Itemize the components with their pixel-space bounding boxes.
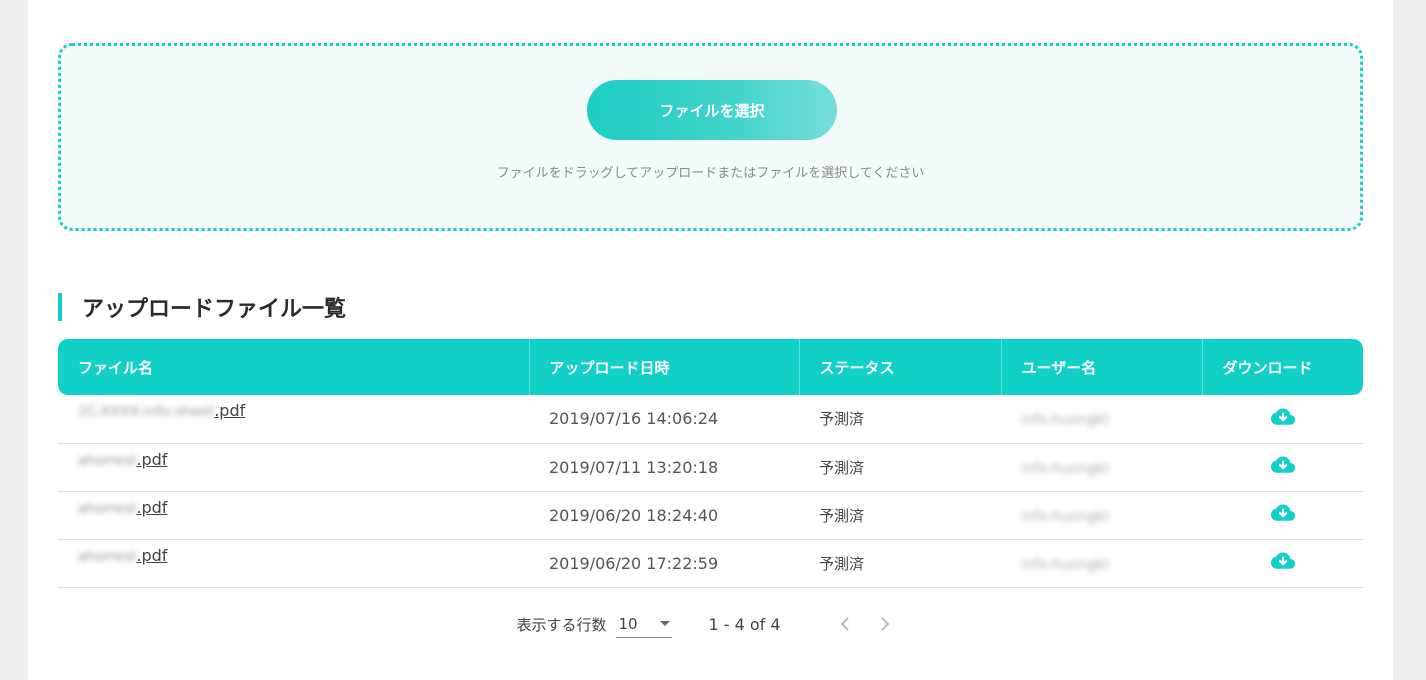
file-extension[interactable]: .pdf [136,546,167,565]
cell-status: 予測済 [799,491,1001,540]
cell-username: info.huongkt [1001,395,1202,444]
file-dropzone[interactable]: ファイルを選択 ファイルをドラッグしてアップロードまたはファイルを選択してくださ… [58,43,1363,231]
cloud-download-icon[interactable] [1270,407,1296,427]
rows-per-page-label: 表示する行数 [516,615,607,634]
cell-filename[interactable]: ahorrest.pdf [58,539,529,588]
username: info.huongkt [1021,412,1110,429]
cell-download [1202,395,1363,444]
select-file-button[interactable]: ファイルを選択 [587,80,837,140]
pagination: 表示する行数 10 1 - 4 of 4 [28,608,1393,640]
username: info.huongkt [1021,508,1110,525]
file-name-prefix: ahorrest [78,452,137,469]
cloud-download-icon[interactable] [1270,551,1296,571]
column-header-download: ダウンロード [1222,358,1313,377]
cell-status: 予測済 [799,395,1001,444]
cell-uploaded-at: 2019/06/20 18:24:40 [529,491,799,540]
column-header-username[interactable]: ユーザー名 [1001,339,1203,395]
table-row: ahorrest.pdf 2019/06/20 17:22:59 予測済 info.h… [58,539,1363,588]
file-link[interactable]: ahorrest.pdf [78,546,167,565]
cell-uploaded-at: 2019/07/16 14:06:24 [529,395,799,444]
section-header: アップロードファイル一覧 [58,292,346,322]
chevron-right-icon[interactable] [875,614,895,634]
username: info.huongkt [1021,460,1110,477]
file-extension[interactable]: .pdf [136,498,167,517]
table-row: 2C-XXXX-info-sheet.pdf 2019/07/16 14:06:2… [58,395,1363,444]
table-row: ahorrest.pdf 2019/07/11 13:20:18 予測済 info.h… [58,443,1363,492]
cell-download [1202,443,1363,492]
cell-status: 予測済 [799,539,1001,588]
title-accent-bar [58,293,62,321]
rows-per-page-value: 10 [618,614,638,633]
file-extension[interactable]: .pdf [136,450,167,469]
column-header-status[interactable]: ステータス [799,339,1002,395]
file-link[interactable]: ahorrest.pdf [78,450,167,469]
cell-filename[interactable]: 2C-XXXX-info-sheet.pdf [58,395,529,444]
rows-per-page-select[interactable]: 10 [616,610,673,638]
file-link[interactable]: 2C-XXXX-info-sheet.pdf [78,401,245,420]
cell-filename[interactable]: ahorrest.pdf [58,491,529,540]
file-name-prefix: 2C-XXXX-info-sheet [78,404,215,421]
file-extension[interactable]: .pdf [214,401,245,420]
cell-download [1202,491,1363,540]
section-title: アップロードファイル一覧 [82,297,347,322]
cell-uploaded-at: 2019/07/11 13:20:18 [529,443,799,492]
caret-down-icon [660,621,671,626]
cell-filename[interactable]: ahorrest.pdf [58,443,529,492]
cloud-download-icon[interactable] [1270,503,1296,523]
file-name-prefix: ahorrest [78,548,137,565]
table-row: ahorrest.pdf 2019/06/20 18:24:40 予測済 info.h… [58,491,1363,540]
cell-username: info.huongkt [1001,443,1202,492]
main-card: ファイルを選択 ファイルをドラッグしてアップロードまたはファイルを選択してくださ… [28,0,1393,680]
cell-download [1202,539,1363,588]
file-link[interactable]: ahorrest.pdf [78,498,167,517]
uploaded-files-table: ファイル名 アップロード日時 ステータス ユーザー名 ダウンロード 2C-XXX… [58,339,1363,588]
cloud-download-icon[interactable] [1270,455,1296,475]
dropzone-hint: ファイルをドラッグしてアップロードまたはファイルを選択してください [496,166,925,181]
column-header-filename[interactable]: ファイル名 [58,339,530,395]
chevron-left-icon[interactable] [835,614,855,634]
table-header-row: ファイル名 アップロード日時 ステータス ユーザー名 ダウンロード [58,339,1363,395]
column-header-uploaded-at[interactable]: アップロード日時 [529,339,800,395]
cell-username: info.huongkt [1001,491,1202,540]
cell-status: 予測済 [799,443,1001,492]
file-name-prefix: ahorrest [78,500,137,517]
cell-uploaded-at: 2019/06/20 17:22:59 [529,539,799,588]
page-range: 1 - 4 of 4 [708,614,781,634]
cell-username: info.huongkt [1001,539,1202,588]
username: info.huongkt [1021,556,1110,573]
